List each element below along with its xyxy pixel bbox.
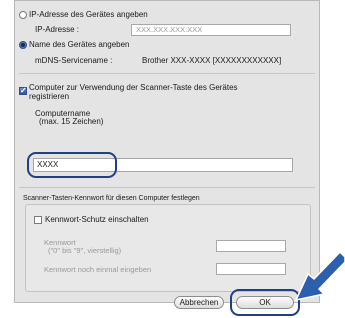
password-confirm-input[interactable] xyxy=(216,263,286,275)
password-input[interactable] xyxy=(216,240,286,252)
ip-address-field-label: IP-Adresse : xyxy=(35,25,80,34)
mdns-service-name-label: mDNS-Servicename : xyxy=(35,56,113,65)
computer-name-hint: (max. 15 Zeichen) xyxy=(39,117,104,126)
cancel-button[interactable]: Abbrechen xyxy=(174,296,224,309)
scanner-settings-dialog: IP-Adresse des Gerätes angeben IP-Adress… xyxy=(14,0,320,303)
register-computer-checkbox[interactable]: ✓ xyxy=(19,87,27,95)
register-computer-label-line1: Computer zur Verwendung der Scanner-Tast… xyxy=(29,83,238,92)
ip-address-radio[interactable] xyxy=(19,11,27,19)
computer-name-label-block: Computername (max. 15 Zeichen) xyxy=(35,110,103,126)
password-hint: ("0" bis "9", vierstellig) xyxy=(48,246,122,255)
ip-address-option-label: IP-Adresse des Gerätes angeben xyxy=(29,10,148,19)
divider xyxy=(19,73,315,74)
register-computer-label-line2: registrieren xyxy=(29,92,70,101)
computer-name-highlight xyxy=(27,152,117,178)
ok-button-highlight xyxy=(230,289,300,316)
ip-address-placeholder: XXX.XXX.XXX.XXX xyxy=(136,25,203,34)
password-protection-label: Kennwort-Schutz einschalten xyxy=(45,215,149,224)
ip-address-input[interactable]: XXX.XXX.XXX.XXX xyxy=(131,24,291,36)
divider xyxy=(19,187,315,188)
register-computer-label: Computer zur Verwendung der Scanner-Tast… xyxy=(29,83,238,101)
password-protection-checkbox[interactable] xyxy=(34,216,42,224)
password-group-box: Kennwort-Schutz einschalten Kennwort ("0… xyxy=(25,204,311,292)
mdns-service-name-value: Brother XXX-XXXX [XXXXXXXXXXXX] xyxy=(142,56,282,65)
password-label-block: Kennwort ("0" bis "9", vierstellig) xyxy=(44,239,121,255)
password-section-title: Scanner-Tasten-Kennwort für diesen Compu… xyxy=(23,195,200,202)
device-name-radio[interactable] xyxy=(19,41,27,49)
password-confirm-label: Kennwort noch einmal eingeben xyxy=(44,265,152,274)
device-name-option-label: Name des Gerätes angeben xyxy=(29,40,130,49)
